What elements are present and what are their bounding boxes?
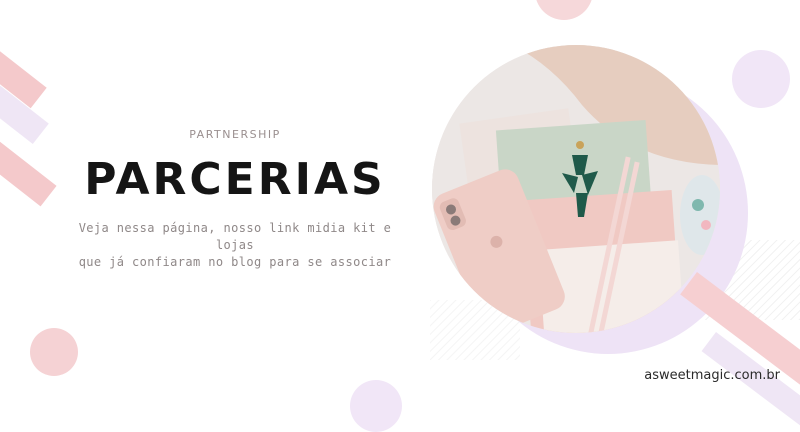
decorative-circle (535, 0, 593, 20)
description-line: que já confiaram no blog para se associa… (78, 255, 392, 269)
flatlay-photo (432, 45, 720, 333)
site-url: asweetmagic.com.br (644, 368, 780, 383)
decorative-circle (30, 328, 78, 376)
page-description: Veja nessa página, nosso link midia kit … (60, 220, 410, 271)
decorative-circle (732, 50, 790, 108)
description-line: Veja nessa página, nosso link midia kit … (78, 221, 392, 252)
section-subtitle: PARTNERSHIP (189, 128, 281, 141)
page-title: PARCERIAS (84, 154, 386, 205)
flatlay-photo-illustration (432, 45, 720, 333)
decorative-circle (350, 380, 402, 432)
